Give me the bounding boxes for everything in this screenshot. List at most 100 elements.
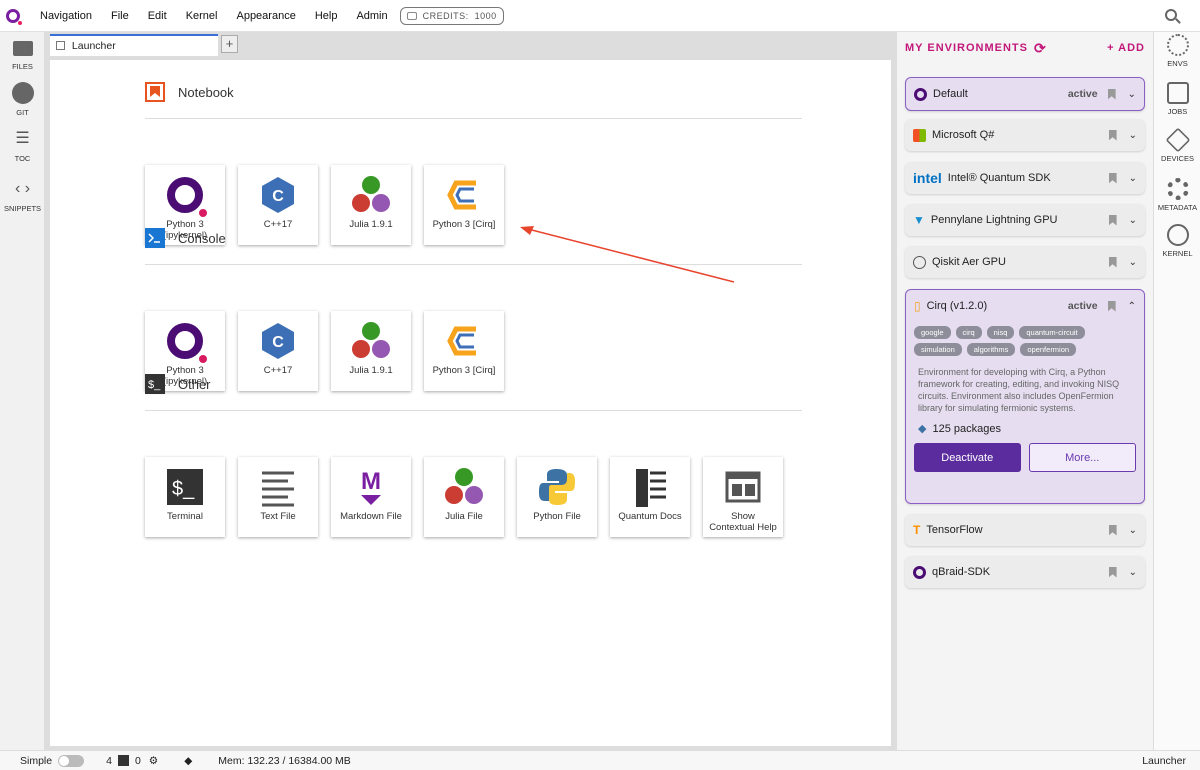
terminal-card[interactable]: $_ Terminal [145,457,225,537]
chevron-down-icon[interactable]: ⌄ [1129,257,1137,268]
tab-label: Launcher [71,40,116,52]
terminal-icon [117,755,129,766]
env-qiskit-aer-gpu[interactable]: Qiskit Aer GPU ⌄ [905,246,1145,278]
more-button[interactable]: More... [1028,443,1136,472]
tag[interactable]: algorithms [966,343,1016,356]
notebook-julia-card[interactable]: Julia 1.9.1 [331,165,411,245]
text-file-icon [262,471,294,507]
search-icon[interactable] [1165,9,1177,21]
card-label: Julia 1.9.1 [349,365,393,376]
menu-kernel[interactable]: Kernel [186,10,218,22]
env-default[interactable]: Default active ⌄ [905,77,1145,111]
julia-file-card[interactable]: Julia File [424,457,504,537]
credits-badge[interactable]: CREDITS: 1000 [399,6,504,25]
env-name: Qiskit Aer GPU [932,256,1006,268]
tag[interactable]: quantum-circuit [1019,326,1085,339]
qbraid-icon [914,87,927,101]
deactivate-button[interactable]: Deactivate [914,443,1021,472]
docs-icon [636,469,666,507]
bookmark-icon[interactable] [1108,566,1117,578]
quantum-docs-card[interactable]: Quantum Docs [610,457,690,537]
gear-icon [1166,34,1189,56]
refresh-icon[interactable]: ⟳ [1034,40,1047,57]
terminal-count[interactable]: 4 [106,755,112,767]
tag[interactable]: simulation [914,343,962,356]
cirq-icon [447,326,476,356]
sidebar-item-files[interactable]: FILES [0,38,45,71]
qbraid-logo-icon[interactable] [6,8,22,25]
notebook-cirq-card[interactable]: Python 3 [Cirq] [424,165,504,245]
sidebar-item-kernel[interactable]: KERNEL [1154,224,1200,258]
tag[interactable]: nisq [986,326,1015,339]
env-intel-quantum-sdk[interactable]: intel Intel® Quantum SDK ⌄ [905,162,1145,194]
sidebar-item-label: DEVICES [1161,154,1194,163]
env-microsoft-qsharp[interactable]: Microsoft Q# ⌄ [905,119,1145,151]
svg-text:$_: $_ [172,478,195,500]
bookmark-icon[interactable] [1107,88,1116,100]
bookmark-icon[interactable] [1107,300,1116,312]
menu-appearance[interactable]: Appearance [236,10,295,22]
terminal-section-icon: $_ [145,374,165,394]
env-qbraid-sdk[interactable]: qBraid-SDK ⌄ [905,556,1145,588]
sidebar-item-envs[interactable]: ENVS [1154,34,1200,68]
chevron-up-icon[interactable]: ⌃ [1128,301,1136,312]
add-environment-button[interactable]: + ADD [1107,42,1145,54]
notebook-cpp-card[interactable]: C C++17 [238,165,318,245]
chevron-down-icon[interactable]: ⌄ [1129,130,1137,141]
chevron-down-icon[interactable]: ⌄ [1129,173,1137,184]
cpp-icon: C [262,323,294,359]
python-file-card[interactable]: Python File [517,457,597,537]
bookmark-icon[interactable] [1108,524,1117,536]
kernel-count[interactable]: 0 [135,755,141,767]
bookmark-icon[interactable] [1108,172,1117,184]
code-icon: ‹ › [14,180,31,197]
chevron-down-icon[interactable]: ⌄ [1129,525,1137,536]
simple-mode-toggle[interactable] [58,754,85,767]
contextual-help-card[interactable]: Show Contextual Help [703,457,783,537]
sidebar-item-label: GIT [16,108,29,117]
chevron-down-icon[interactable]: ⌄ [1129,215,1137,226]
tensorflow-icon: T [913,523,921,537]
svg-text:M: M [361,468,381,495]
console-julia-card[interactable]: Julia 1.9.1 [331,311,411,391]
card-label: Python 3 [Cirq] [432,219,496,230]
cirq-icon [447,180,476,210]
env-tensorflow[interactable]: T TensorFlow ⌄ [905,514,1145,546]
env-name: Microsoft Q# [932,129,995,141]
chevron-down-icon[interactable]: ⌄ [1128,89,1136,100]
sidebar-item-devices[interactable]: DEVICES [1154,127,1200,163]
bookmark-icon[interactable] [1108,214,1117,226]
markdown-file-card[interactable]: M Markdown File [331,457,411,537]
chevron-down-icon[interactable]: ⌄ [1129,567,1137,578]
launcher-panel: Notebook Python 3 (ipykernel) C C++17 Ju… [50,60,891,746]
julia-icon [352,176,390,212]
cirq-icon: ▯ [914,299,921,313]
env-cirq-expanded[interactable]: ▯ Cirq (v1.2.0) active ⌃ google cirq nis… [905,289,1145,504]
tag[interactable]: openfermion [1020,343,1077,356]
sidebar-item-toc[interactable]: ☰ TOC [0,128,45,163]
menu-file[interactable]: File [111,10,129,22]
git-branch-icon[interactable]: ◆ [184,755,192,767]
console-cirq-card[interactable]: Python 3 [Cirq] [424,311,504,391]
tag[interactable]: google [914,326,951,339]
sidebar-item-metadata[interactable]: METADATA [1154,178,1200,212]
menu-navigation[interactable]: Navigation [40,10,92,22]
sidebar-item-git[interactable]: GIT [0,82,45,117]
tab-launcher[interactable]: Launcher [50,34,218,56]
bookmark-icon[interactable] [1108,256,1117,268]
env-pennylane[interactable]: ▼ Pennylane Lightning GPU ⌄ [905,204,1145,236]
sidebar-item-label: FILES [12,62,33,71]
menu-admin[interactable]: Admin [356,10,387,22]
bookmark-icon[interactable] [1108,129,1117,141]
sidebar-item-snippets[interactable]: ‹ › SNIPPETS [0,178,45,213]
text-file-card[interactable]: Text File [238,457,318,537]
menu-edit[interactable]: Edit [148,10,167,22]
menu-help[interactable]: Help [315,10,338,22]
tag[interactable]: cirq [955,326,982,339]
new-tab-button[interactable]: + [221,35,238,53]
console-cpp-card[interactable]: C C++17 [238,311,318,391]
sidebar-item-label: KERNEL [1162,249,1193,258]
sidebar-item-jobs[interactable]: JOBS [1154,82,1200,116]
julia-icon [352,322,390,358]
card-label: Julia File [445,511,483,522]
